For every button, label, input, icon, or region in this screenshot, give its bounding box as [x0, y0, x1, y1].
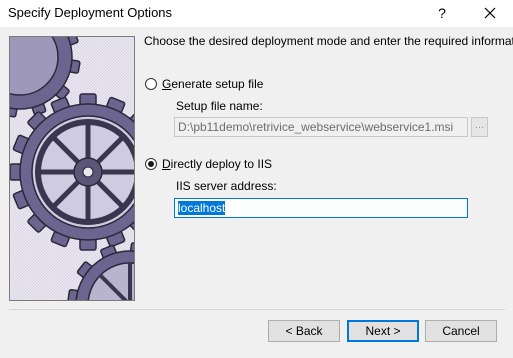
dialog-content: Choose the desired deployment mode and e…: [0, 27, 513, 358]
deploy-iis-label-rest: irectly deploy to IIS: [170, 157, 273, 171]
next-button[interactable]: Next >: [347, 320, 419, 342]
close-icon: [484, 7, 496, 19]
deploy-iis-label[interactable]: Directly deploy to IIS: [162, 157, 272, 171]
footer-divider: [9, 309, 505, 310]
generate-setup-label-rest: enerate setup file: [171, 77, 264, 91]
gear-icon: [10, 37, 134, 300]
iis-server-address-input[interactable]: localhost: [174, 198, 468, 218]
deploy-iis-radio[interactable]: [145, 158, 157, 170]
close-button[interactable]: [476, 1, 504, 25]
setup-file-name-field[interactable]: D:\pb11demo\retrivice_webservice\webserv…: [174, 117, 468, 137]
cancel-button[interactable]: Cancel: [425, 320, 497, 342]
setup-file-name-label: Setup file name:: [176, 99, 263, 113]
generate-setup-mnemonic: G: [162, 77, 172, 91]
browse-button[interactable]: ...: [471, 117, 488, 137]
generate-setup-label[interactable]: Generate setup file: [162, 77, 263, 91]
deploy-iis-mnemonic: D: [162, 157, 171, 171]
iis-server-address-label: IIS server address:: [176, 179, 277, 193]
help-icon: ?: [438, 5, 446, 21]
instruction-text: Choose the desired deployment mode and e…: [144, 34, 513, 48]
window-title: Specify Deployment Options: [8, 5, 173, 20]
back-button[interactable]: < Back: [268, 320, 340, 342]
iis-server-address-value: localhost: [178, 201, 226, 215]
gear-banner-image: [9, 36, 135, 301]
generate-setup-radio[interactable]: [145, 78, 157, 90]
help-button[interactable]: ?: [430, 1, 454, 25]
title-bar: Specify Deployment Options ?: [0, 0, 513, 27]
